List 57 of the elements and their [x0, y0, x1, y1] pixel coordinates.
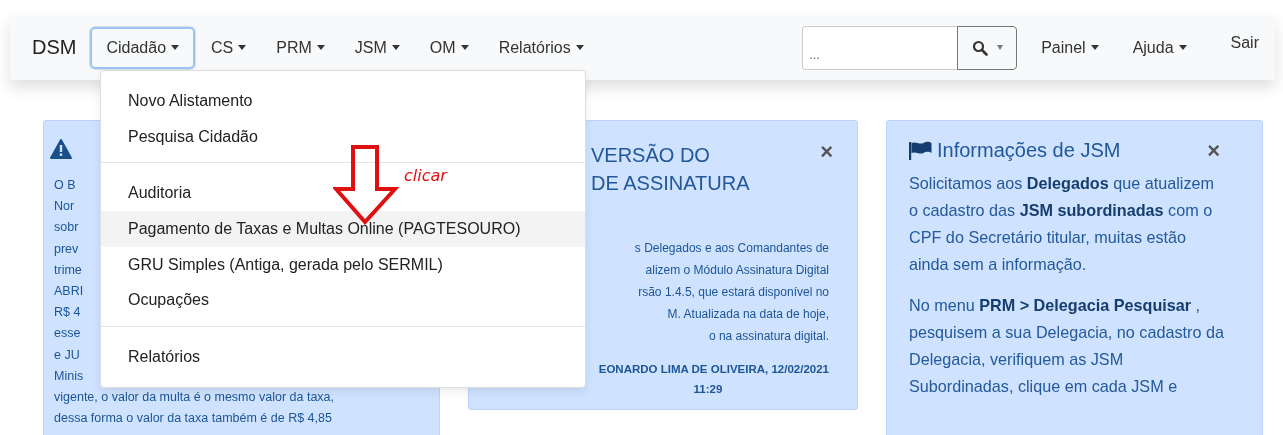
caret-icon: [316, 45, 325, 50]
alert-title: VERSÃO DO: [591, 142, 711, 168]
alert-text: sobr: [54, 219, 79, 237]
alert-text: M. Atualizada na data de hoje,: [666, 306, 829, 323]
signature-text: 11:29: [692, 382, 724, 397]
info-paragraph: No menu PRM > Delegacia Pesquisar , pesquisem a sua Delegacia, no cadastro da Delegacia, verifiquem as JSM Subordinadas, clique em cada JSM e: [909, 295, 1225, 397]
alert-text: Nor: [54, 198, 75, 216]
search-field[interactable]: ...: [802, 25, 958, 70]
card-title: Informações de JSM: [937, 139, 1122, 162]
signature-text: EONARDO LIMA DE OLIVEIRA, 12/02/2021: [597, 362, 829, 377]
alert-title: DE ASSINATURA: [591, 171, 750, 196]
alert-text: vigente, o valor da multa é o mesmo valor da taxa,: [54, 389, 334, 407]
info-paragraph: Solicitamos aos Delegados que atualizem o cadastro das JSM subordinadas com o CPF do Secretário titular, muitas estão ainda sem a informação.: [909, 173, 1216, 275]
alert-text: Minis: [54, 367, 84, 385]
alert-text: rsão 1.4.5, que estará disponível no: [637, 284, 829, 301]
flag-icon: [909, 140, 933, 161]
alert-text: alizem o Módulo Assinatura Digital: [644, 262, 829, 279]
warning-icon: [50, 139, 72, 159]
caret-icon: [996, 45, 1003, 50]
nav-menu[interactable]: Ajuda: [1118, 26, 1201, 69]
menu-item[interactable]: Pesquisa Cidadão: [101, 118, 585, 155]
menu-item[interactable]: Pagamento de Taxas e Multas Online (PAGTESOURO): [101, 211, 585, 247]
nav-menu[interactable]: Relatórios: [484, 26, 598, 69]
nav-menu[interactable]: CS: [197, 26, 261, 69]
caret-icon: [171, 45, 180, 50]
brand-logo[interactable]: DSM: [32, 36, 77, 59]
alert-text: prev: [54, 240, 79, 258]
alert-text: s Delegados e aos Comandantes de: [633, 240, 829, 257]
caret-icon: [460, 45, 469, 50]
menu-item[interactable]: Relatórios: [101, 339, 585, 376]
caret-icon: [391, 45, 400, 50]
alert-text: e JU: [54, 346, 80, 364]
nav-menu[interactable]: Painel: [1027, 26, 1113, 69]
logout-link[interactable]: Sair: [1226, 33, 1263, 62]
menu-item[interactable]: Novo Alistamento: [101, 83, 585, 119]
search-button[interactable]: [957, 25, 1018, 70]
alert-text: O B: [54, 177, 76, 194]
alert-text: ABRI: [54, 283, 84, 300]
nav-menu[interactable]: JSM: [340, 26, 414, 69]
annotation-text: clicar: [404, 166, 447, 185]
nav-menu[interactable]: OM: [415, 26, 483, 69]
search-icon: [971, 39, 988, 56]
nav-menu[interactable]: PRM: [262, 26, 339, 69]
alert-text: trime: [54, 261, 82, 279]
menu-item[interactable]: Ocupações: [101, 282, 585, 319]
caret-icon: [575, 45, 584, 50]
alert-text: esse: [54, 325, 81, 343]
alert-text: o na assinatura digital.: [707, 328, 829, 345]
alert-text: dessa forma o valor da taxa também é de R$ 4,85: [54, 410, 332, 428]
caret-icon: [1178, 45, 1187, 50]
caret-icon: [238, 45, 247, 50]
nav-menu[interactable]: Cidadão: [90, 26, 196, 69]
alert-text: R$ 4: [54, 304, 81, 322]
caret-icon: [1090, 45, 1099, 50]
menu-item[interactable]: GRU Simples (Antiga, gerada pelo SERMIL): [101, 246, 585, 283]
close-button[interactable]: ×: [814, 141, 839, 163]
close-button[interactable]: ×: [1201, 139, 1226, 162]
